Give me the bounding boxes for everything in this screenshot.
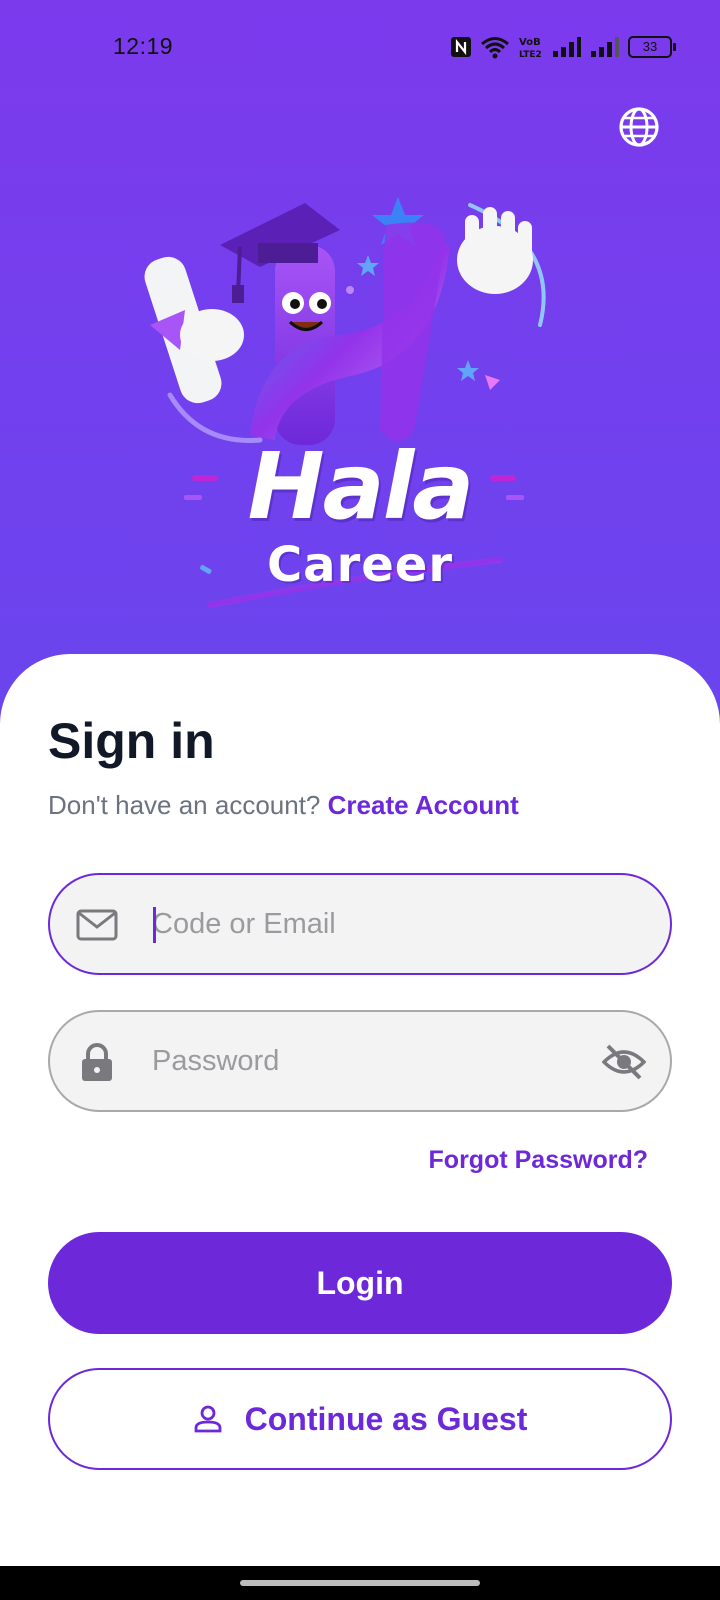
- lock-icon: [82, 1043, 112, 1081]
- status-icons: VoB LTE2 33: [450, 34, 676, 60]
- password-field[interactable]: [48, 1010, 672, 1112]
- email-field[interactable]: [48, 873, 672, 975]
- login-screen: 12:19 VoB LTE2 33 Hala Career Sign in Do…: [0, 0, 720, 1600]
- create-account-link[interactable]: Create Account: [328, 790, 519, 820]
- navigation-bar: [0, 1566, 720, 1600]
- person-icon: [194, 1405, 222, 1433]
- mail-icon: [76, 909, 118, 941]
- status-time: 12:19: [113, 33, 174, 59]
- login-button-label: Login: [316, 1264, 404, 1301]
- wifi-icon: [481, 37, 509, 59]
- email-input[interactable]: [152, 875, 572, 973]
- signal-icon: [553, 37, 581, 57]
- status-bar: 12:19 VoB LTE2 33: [0, 0, 720, 96]
- signal-icon: [591, 37, 619, 57]
- text-cursor: [153, 907, 156, 943]
- eye-off-icon[interactable]: [602, 1042, 646, 1082]
- home-gesture-handle[interactable]: [240, 1580, 480, 1586]
- volte-icon: VoB LTE2: [519, 37, 542, 59]
- svg-text:VoB: VoB: [519, 37, 541, 48]
- logo-subtitle: Career: [266, 537, 454, 593]
- signin-title: Sign in: [48, 713, 215, 769]
- forgot-password-link[interactable]: Forgot Password?: [429, 1146, 648, 1175]
- create-account-prompt: Don't have an account? Create Account: [48, 790, 519, 821]
- svg-text:LTE2: LTE2: [519, 50, 542, 59]
- app-logo: Hala Career: [140, 185, 580, 625]
- battery-icon: 33: [628, 36, 676, 58]
- logo-title: Hala: [247, 433, 475, 540]
- no-account-text: Don't have an account?: [48, 790, 321, 820]
- globe-icon: [619, 107, 659, 147]
- continue-as-guest-button[interactable]: Continue as Guest: [48, 1368, 672, 1470]
- password-input[interactable]: [152, 1012, 572, 1110]
- login-button[interactable]: Login: [48, 1232, 672, 1334]
- nfc-icon: [451, 37, 471, 57]
- guest-button-label: Continue as Guest: [244, 1400, 528, 1437]
- language-button[interactable]: [616, 104, 662, 150]
